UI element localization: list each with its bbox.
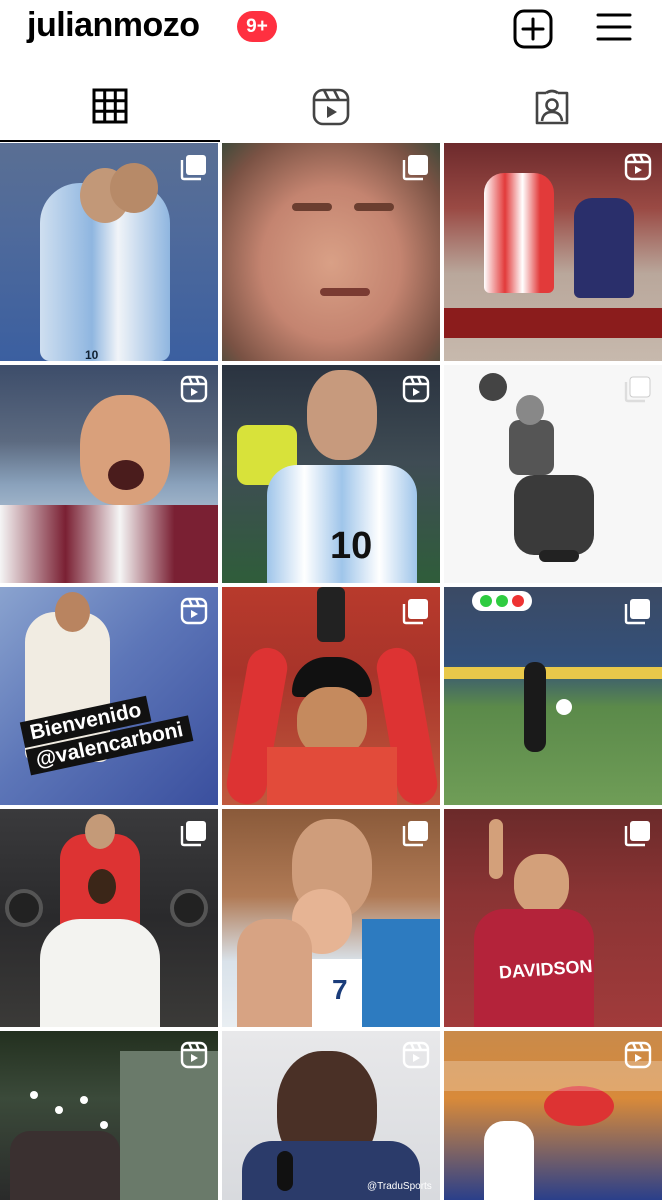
grid-post[interactable]: 10: [222, 365, 440, 583]
carousel-icon: [624, 599, 650, 625]
carousel-icon: [402, 599, 428, 625]
tab-reels[interactable]: [221, 70, 441, 142]
jersey-number: 7: [332, 974, 348, 1005]
reel-icon: [180, 597, 208, 625]
grid-post[interactable]: [0, 809, 218, 1027]
carousel-icon: [402, 821, 428, 847]
grid-post[interactable]: [444, 1031, 662, 1200]
grid-post[interactable]: [444, 365, 662, 583]
jersey-number: 10: [330, 525, 373, 567]
profile-header: julianmozo 9+: [0, 0, 662, 62]
grid-post[interactable]: [0, 365, 218, 583]
reel-icon: [624, 1041, 652, 1069]
reel-icon: [624, 153, 652, 181]
active-tab-indicator: [0, 140, 220, 142]
reel-icon: [402, 1041, 430, 1069]
notification-badge[interactable]: 9+: [237, 11, 277, 42]
grid-icon: [92, 88, 128, 124]
carousel-icon: [402, 155, 428, 181]
grid-post[interactable]: Bienvenido @valencarboni: [0, 587, 218, 805]
carousel-icon: [180, 821, 206, 847]
grid-post[interactable]: [0, 1031, 218, 1200]
carousel-icon: [624, 821, 650, 847]
profile-tabs: [0, 70, 662, 142]
carousel-icon: [624, 376, 651, 403]
grid-post[interactable]: 10: [0, 143, 218, 361]
grid-post[interactable]: [222, 143, 440, 361]
grid-post[interactable]: [222, 587, 440, 805]
tab-grid[interactable]: [0, 70, 220, 142]
grid-post[interactable]: 7: [222, 809, 440, 1027]
tagged-person-icon: [535, 89, 569, 125]
grid-post[interactable]: [444, 143, 662, 361]
reel-icon: [180, 1041, 208, 1069]
tab-tagged[interactable]: [442, 70, 662, 142]
profile-username[interactable]: julianmozo: [27, 6, 200, 45]
carousel-icon: [180, 155, 206, 181]
watermark-text: @TraduSports: [367, 1181, 432, 1192]
grid-post[interactable]: DAVIDSON: [444, 809, 662, 1027]
reels-icon: [312, 88, 350, 126]
jersey-number: 10: [85, 348, 99, 361]
reel-icon: [180, 375, 208, 403]
grid-post[interactable]: @TraduSports: [222, 1031, 440, 1200]
grid-post[interactable]: [444, 587, 662, 805]
plus-square-icon[interactable]: [513, 9, 553, 49]
reel-icon: [402, 375, 430, 403]
hamburger-menu-icon[interactable]: [596, 12, 632, 42]
